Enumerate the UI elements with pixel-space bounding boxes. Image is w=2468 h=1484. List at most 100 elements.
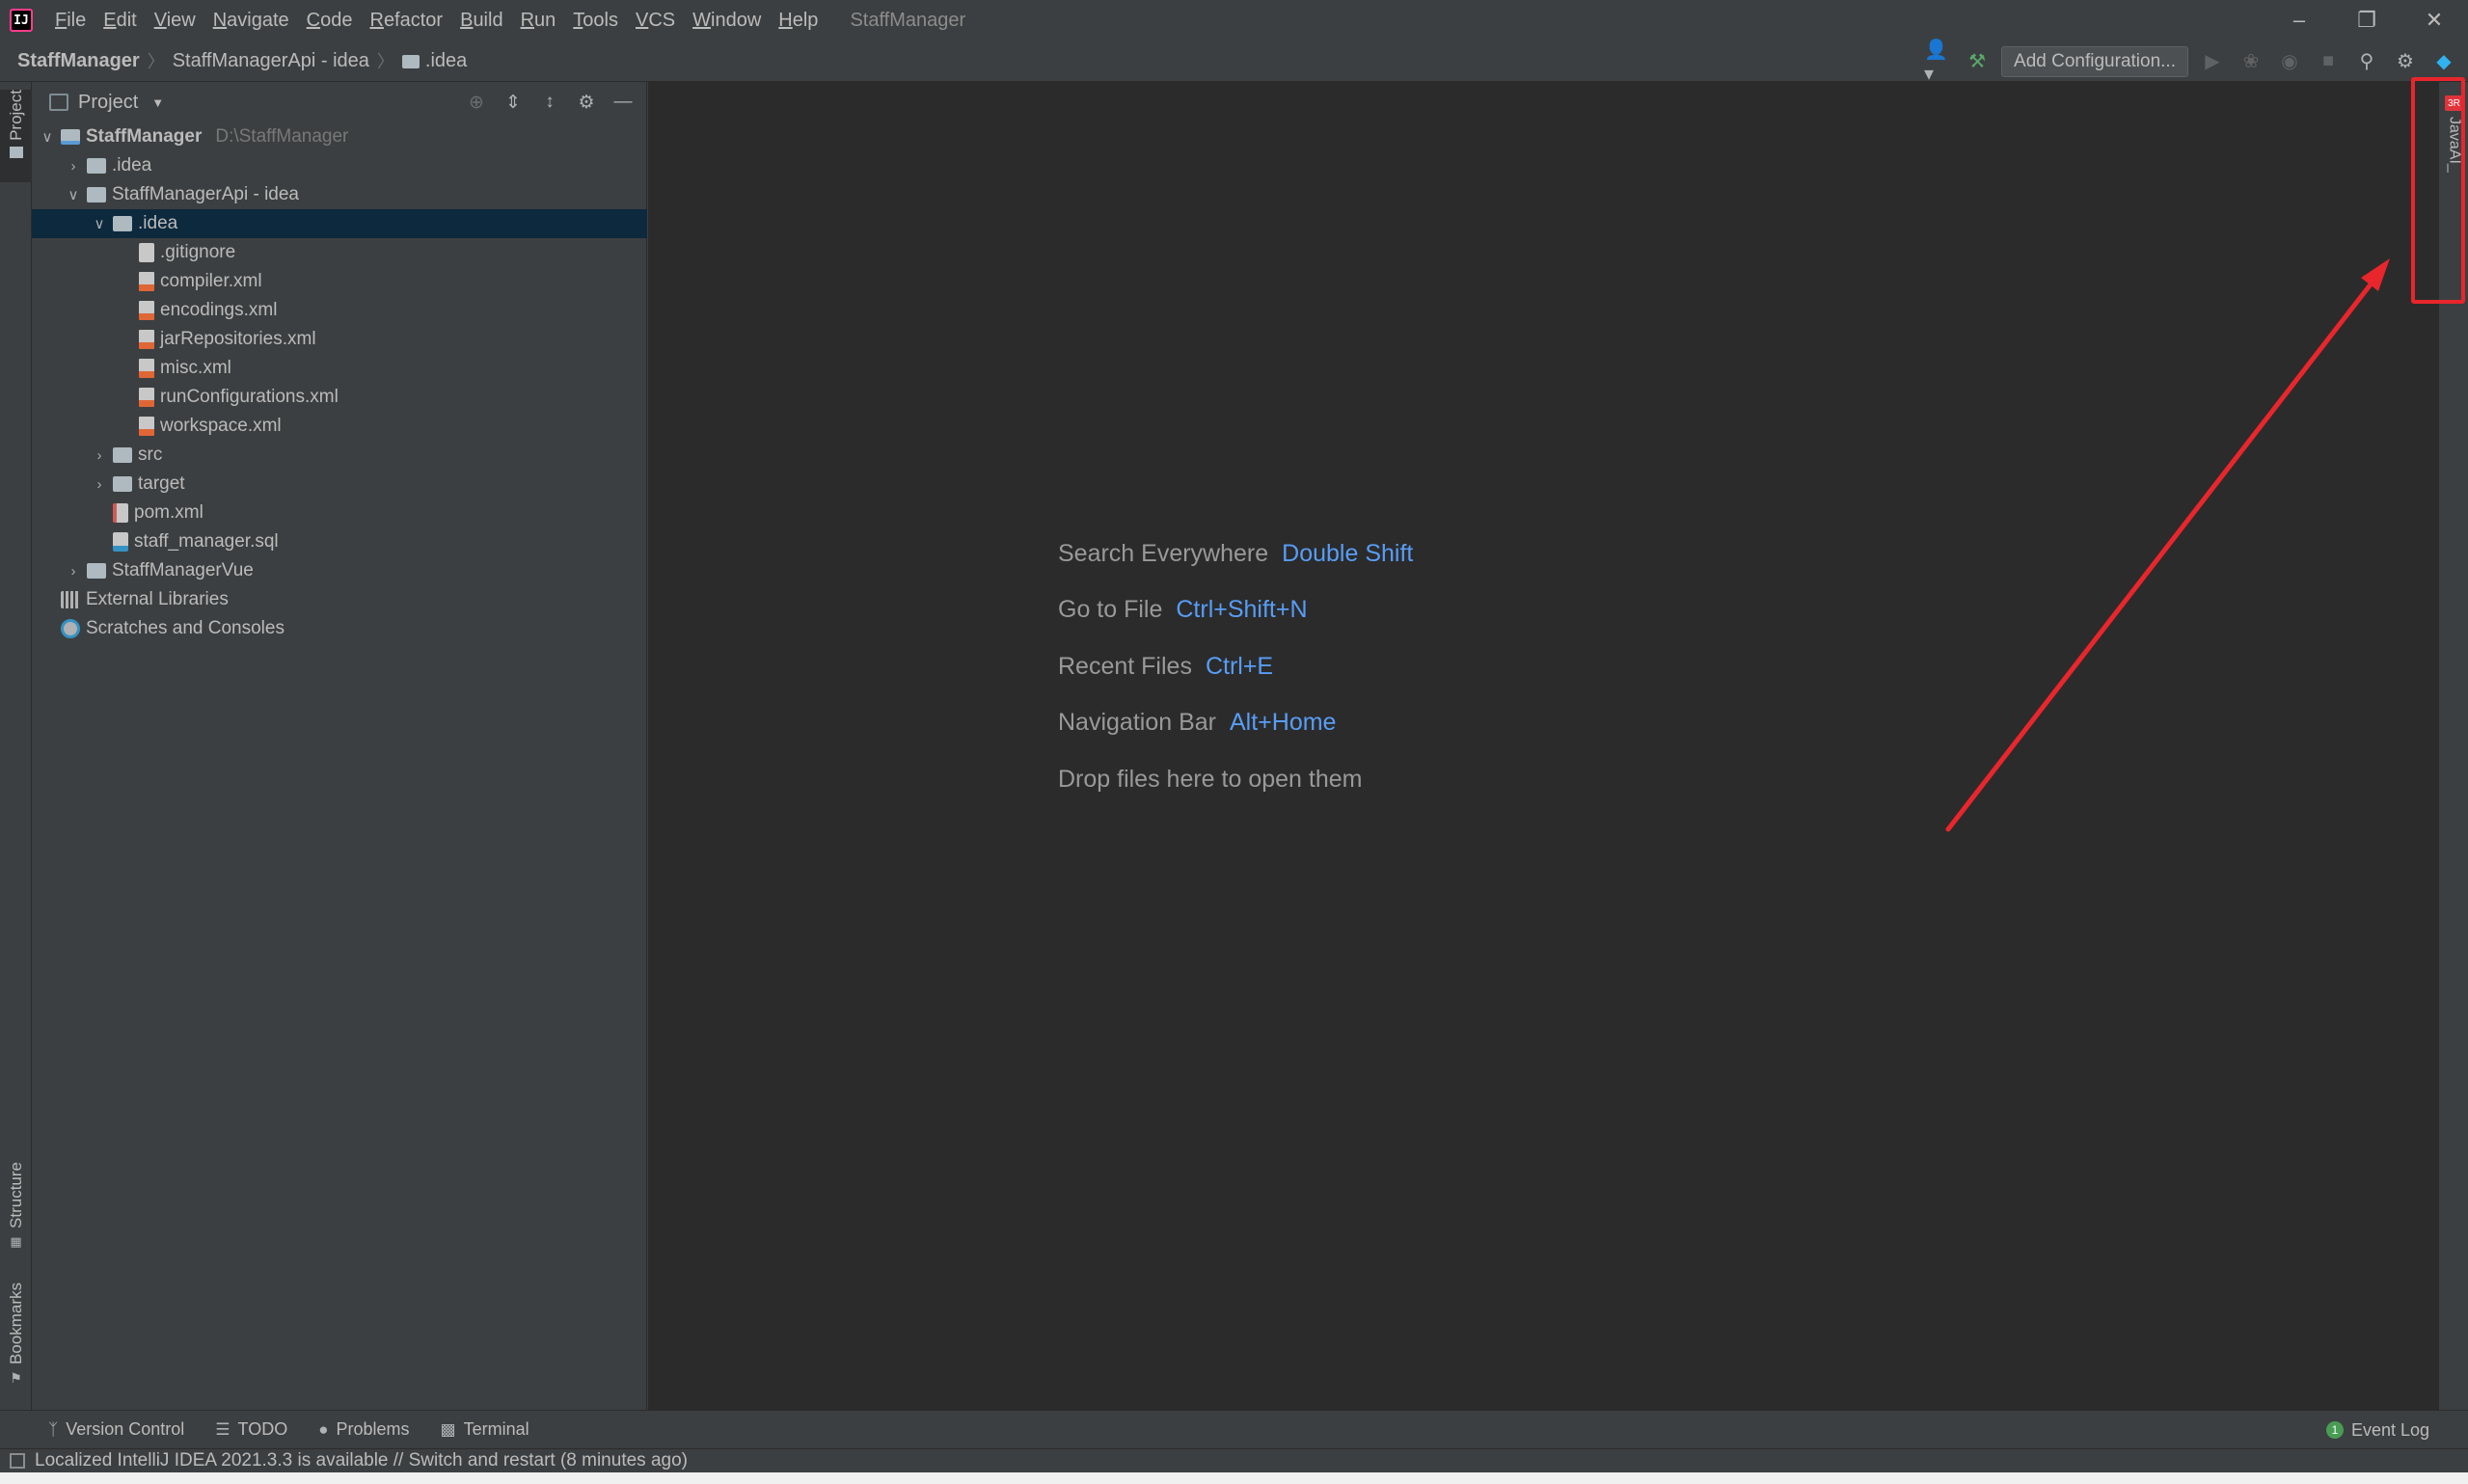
account-icon[interactable]: 👤▾ bbox=[1924, 40, 1953, 85]
tree-item-file[interactable]: pom.xml bbox=[32, 499, 647, 527]
tree-item-label: .idea bbox=[112, 155, 152, 175]
chevron-right-icon[interactable]: › bbox=[64, 158, 83, 175]
project-view-selector[interactable]: Project bbox=[78, 92, 138, 114]
tab-todo[interactable]: ☰ TODO bbox=[215, 1419, 287, 1440]
restore-button[interactable]: ❐ bbox=[2333, 0, 2400, 40]
tab-label: Terminal bbox=[463, 1419, 529, 1439]
menu-build[interactable]: Build bbox=[451, 10, 511, 32]
annotation-highlight-box bbox=[2411, 77, 2465, 304]
tree-item-file[interactable]: compiler.xml bbox=[32, 267, 647, 296]
scratches-icon bbox=[61, 619, 80, 638]
tab-terminal[interactable]: ▩ Terminal bbox=[441, 1419, 529, 1440]
hint-text: Drop files here to open them bbox=[1058, 765, 1363, 793]
tree-item-file[interactable]: .gitignore bbox=[32, 238, 647, 267]
project-tool-window: Project ▼ ⊕ ⇕ ↕ ⚙ — ∨ StaffManager D:\St… bbox=[32, 82, 647, 1410]
tree-item-label: .idea bbox=[138, 213, 178, 233]
breadcrumb-module[interactable]: StaffManagerApi - idea bbox=[173, 50, 369, 72]
editor-area[interactable]: Search Everywhere Double Shift Go to Fil… bbox=[648, 82, 2438, 1410]
tree-item-label: src bbox=[138, 445, 163, 465]
tree-item-label: .gitignore bbox=[160, 242, 236, 262]
toggle-tool-windows-icon[interactable] bbox=[10, 1453, 25, 1469]
tree-item-label: StaffManagerVue bbox=[112, 560, 254, 580]
tree-item-label: misc.xml bbox=[160, 358, 231, 378]
bottom-tool-bar: ᛉ Version Control ☰ TODO ● Problems ▩ Te… bbox=[0, 1410, 2468, 1448]
chevron-down-icon[interactable]: ∨ bbox=[38, 128, 57, 146]
debug-icon[interactable]: ❀ bbox=[2237, 47, 2265, 76]
tree-item-file[interactable]: workspace.xml bbox=[32, 412, 647, 441]
tree-item-external-libraries[interactable]: External Libraries bbox=[32, 585, 647, 614]
menu-code[interactable]: Code bbox=[298, 10, 362, 32]
project-panel-header: Project ▼ ⊕ ⇕ ↕ ⚙ — bbox=[32, 82, 646, 122]
tree-item-folder[interactable]: › src bbox=[32, 441, 647, 470]
hint-shortcut: Double Shift bbox=[1282, 539, 1414, 567]
chevron-down-icon[interactable]: ▼ bbox=[151, 95, 164, 110]
toolbar-actions: 👤▾ ⚒ Add Configuration... ▶ ❀ ◉ ■ ⚲ ⚙ ◆ bbox=[1924, 40, 2458, 85]
tab-project[interactable]: Project bbox=[0, 90, 32, 182]
status-message[interactable]: Localized IntelliJ IDEA 2021.3.3 is avai… bbox=[35, 1450, 688, 1471]
tab-problems[interactable]: ● Problems bbox=[318, 1419, 409, 1440]
tree-item-file[interactable]: misc.xml bbox=[32, 354, 647, 383]
tree-item-label: Scratches and Consoles bbox=[86, 618, 285, 638]
tab-structure[interactable]: Structure ▦ bbox=[0, 1162, 32, 1258]
chevron-down-icon[interactable]: ∨ bbox=[64, 186, 83, 203]
chevron-down-icon[interactable]: ∨ bbox=[90, 215, 109, 232]
build-hammer-icon[interactable]: ⚒ bbox=[1963, 47, 1992, 76]
project-tree: ∨ StaffManager D:\StaffManager › .idea ∨… bbox=[32, 122, 647, 643]
gear-icon[interactable]: ⚙ bbox=[573, 89, 600, 116]
stop-icon[interactable]: ■ bbox=[2314, 47, 2343, 76]
tree-item-file[interactable]: staff_manager.sql bbox=[32, 527, 647, 556]
tree-item-folder[interactable]: › StaffManagerVue bbox=[32, 556, 647, 585]
chevron-right-icon[interactable]: › bbox=[64, 563, 83, 580]
coverage-icon[interactable]: ◉ bbox=[2275, 47, 2304, 76]
expand-all-icon[interactable]: ⇕ bbox=[500, 89, 527, 116]
menu-file[interactable]: File bbox=[46, 10, 95, 32]
run-icon[interactable]: ▶ bbox=[2198, 47, 2227, 76]
menu-window[interactable]: Window bbox=[684, 10, 770, 32]
event-log-button[interactable]: 1 Event Log bbox=[2325, 1411, 2429, 1449]
menu-help[interactable]: Help bbox=[770, 10, 827, 32]
jetbrains-toolbox-icon[interactable]: ◆ bbox=[2429, 47, 2458, 76]
menu-view[interactable]: View bbox=[146, 10, 204, 32]
taskbar-edge bbox=[0, 1472, 2468, 1484]
hint-text: Navigation Bar bbox=[1058, 709, 1216, 737]
menu-tools[interactable]: Tools bbox=[564, 10, 627, 32]
tree-item-file[interactable]: runConfigurations.xml bbox=[32, 383, 647, 412]
menu-edit[interactable]: Edit bbox=[95, 10, 145, 32]
tree-item-label: StaffManager bbox=[86, 126, 203, 147]
tab-version-control[interactable]: ᛉ Version Control bbox=[48, 1419, 184, 1440]
collapse-all-icon[interactable]: ↕ bbox=[536, 89, 563, 116]
tree-item-folder[interactable]: › target bbox=[32, 470, 647, 499]
chevron-right-icon[interactable]: › bbox=[90, 447, 109, 464]
locate-file-icon[interactable]: ⊕ bbox=[463, 89, 490, 116]
breadcrumb-project[interactable]: StaffManager bbox=[17, 50, 140, 72]
menu-refactor[interactable]: Refactor bbox=[361, 10, 451, 32]
menu-vcs[interactable]: VCS bbox=[627, 10, 684, 32]
hide-icon[interactable]: — bbox=[610, 89, 637, 116]
add-configuration-button[interactable]: Add Configuration... bbox=[2001, 45, 2188, 77]
folder-icon bbox=[87, 158, 106, 174]
tree-item-folder[interactable]: › .idea bbox=[32, 151, 647, 180]
hint-search-everywhere: Search Everywhere Double Shift bbox=[1058, 526, 1413, 582]
tree-item-file[interactable]: jarRepositories.xml bbox=[32, 325, 647, 354]
gitignore-file-icon bbox=[139, 243, 154, 262]
close-button[interactable]: ✕ bbox=[2400, 0, 2468, 40]
menu-run[interactable]: Run bbox=[512, 10, 565, 32]
tree-item-file[interactable]: encodings.xml bbox=[32, 296, 647, 325]
chevron-right-icon[interactable]: › bbox=[90, 476, 109, 493]
hint-shortcut: Ctrl+Shift+N bbox=[1176, 596, 1308, 624]
gear-icon[interactable]: ⚙ bbox=[2391, 47, 2420, 76]
folder-icon bbox=[401, 55, 420, 68]
menu-navigate[interactable]: Navigate bbox=[204, 10, 298, 32]
left-tool-stripe: Project Structure ▦ Bookmarks ⚑ bbox=[0, 82, 32, 1410]
structure-icon: ▦ bbox=[10, 1233, 22, 1249]
tab-bookmarks[interactable]: Bookmarks ⚑ bbox=[0, 1282, 32, 1398]
folder-icon bbox=[61, 129, 80, 145]
tree-item-project-root[interactable]: ∨ StaffManager D:\StaffManager bbox=[32, 122, 647, 151]
breadcrumb-folder[interactable]: .idea bbox=[425, 50, 467, 72]
hint-shortcut: Alt+Home bbox=[1229, 709, 1337, 737]
tree-item-scratches[interactable]: Scratches and Consoles bbox=[32, 614, 647, 643]
tree-item-folder-selected[interactable]: ∨ .idea bbox=[32, 209, 647, 238]
search-icon[interactable]: ⚲ bbox=[2352, 47, 2381, 76]
tree-item-module[interactable]: ∨ StaffManagerApi - idea bbox=[32, 180, 647, 209]
minimize-button[interactable]: – bbox=[2265, 0, 2333, 40]
